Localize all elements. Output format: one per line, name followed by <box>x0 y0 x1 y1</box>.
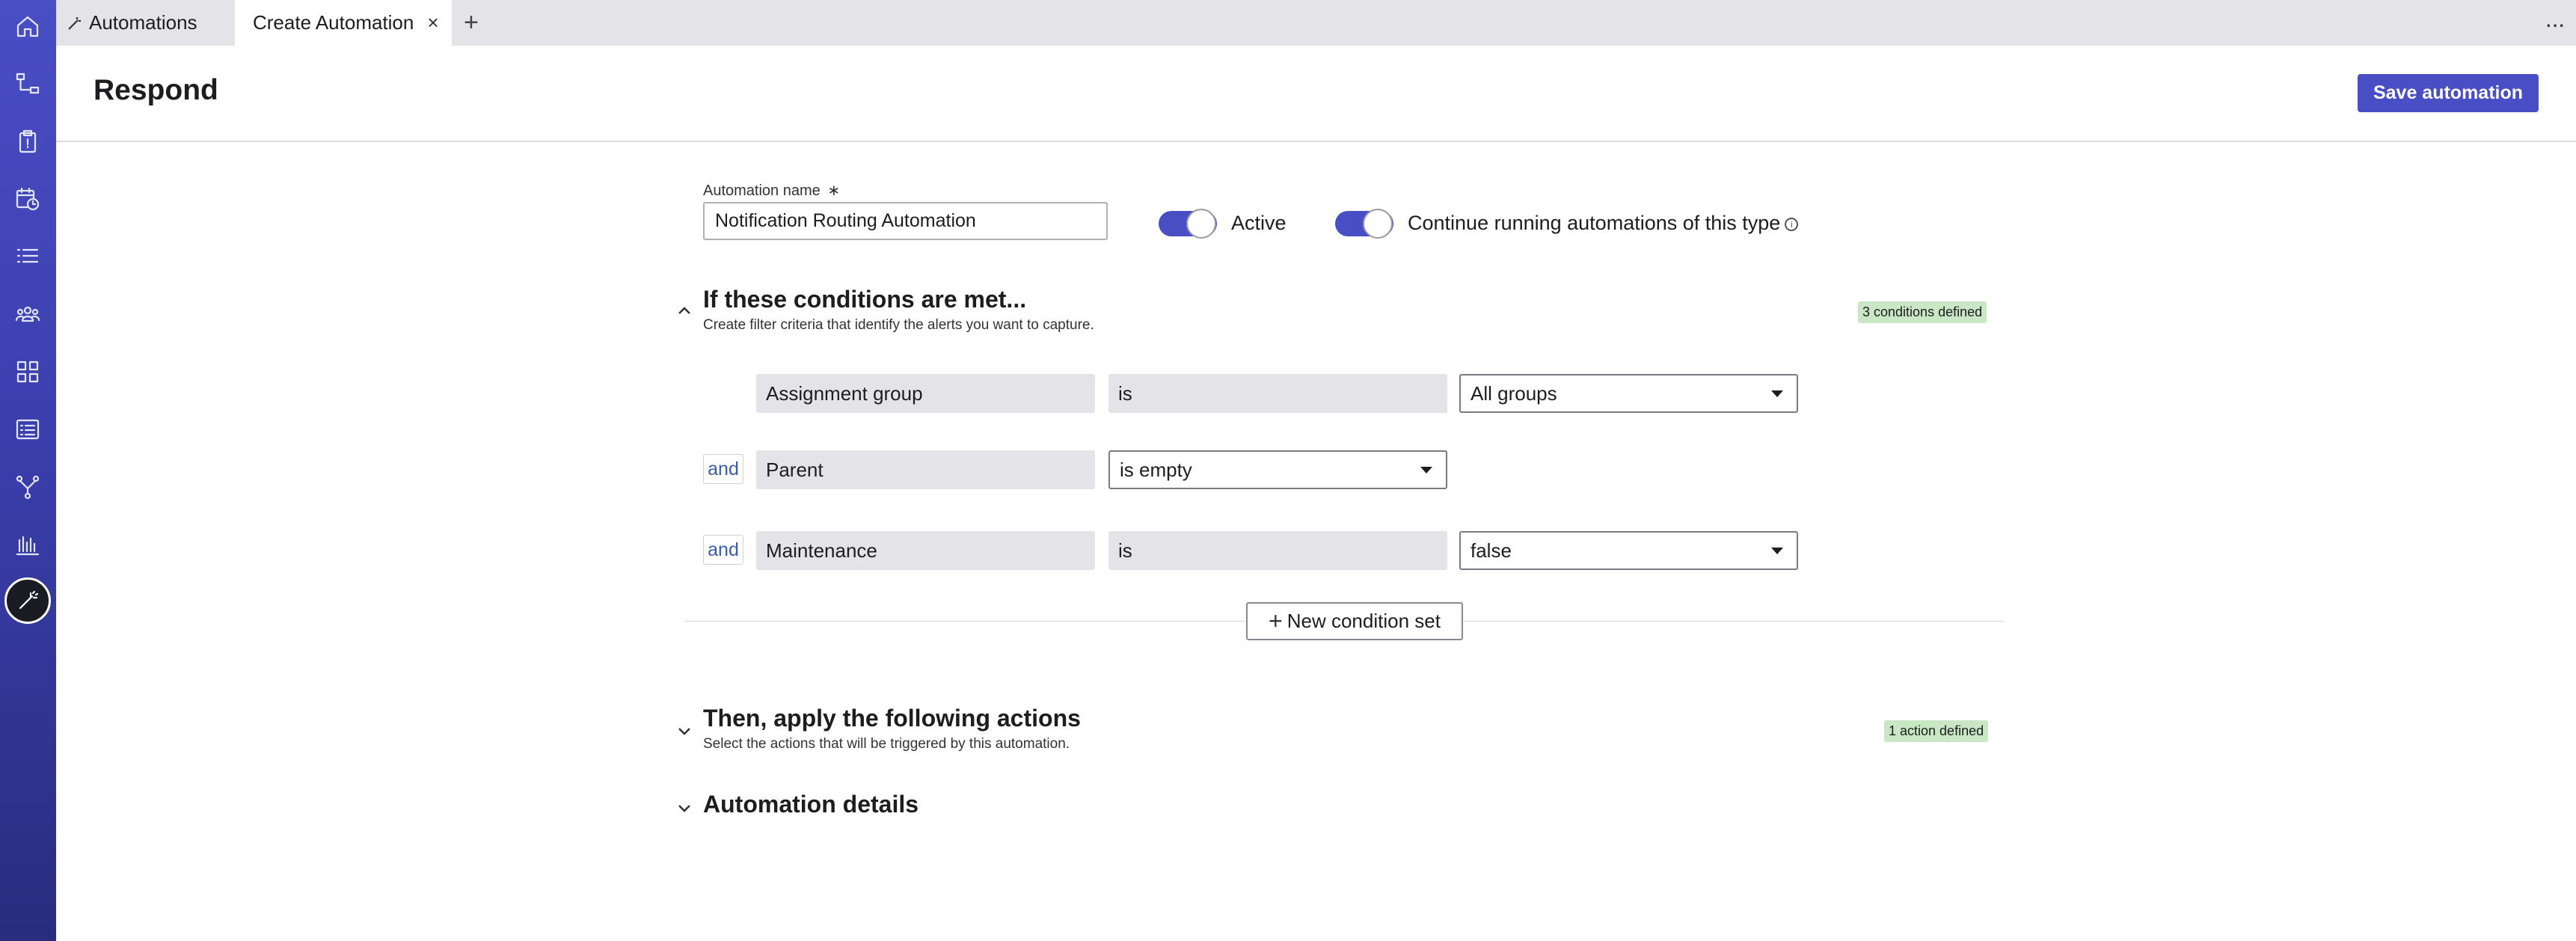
automation-name-input[interactable] <box>703 202 1108 240</box>
continue-running-toggle-knob <box>1363 209 1393 239</box>
continue-running-toggle[interactable] <box>1335 209 1393 239</box>
grid-icon[interactable] <box>7 352 48 392</box>
condition-value-select[interactable]: false <box>1459 531 1798 570</box>
conditions-section-title[interactable]: If these conditions are met... <box>703 286 1026 313</box>
and-connector[interactable]: and <box>703 535 743 565</box>
clipboard-icon[interactable] <box>7 121 48 162</box>
tab-create-automation-label: Create Automation <box>253 11 414 34</box>
condition-field-maintenance[interactable]: Maintenance <box>756 531 1095 570</box>
team-icon[interactable] <box>7 294 48 334</box>
condition-value-select[interactable]: All groups <box>1459 374 1798 413</box>
tab-create-automation[interactable]: Create Automation × <box>235 0 452 46</box>
branch-icon[interactable] <box>7 467 48 507</box>
new-condition-set-label: New condition set <box>1287 610 1441 632</box>
chevron-down-icon[interactable] <box>676 723 693 739</box>
more-options-icon[interactable]: ··· <box>2545 10 2566 38</box>
continue-running-label-text: Continue running automations of this typ… <box>1408 212 1781 234</box>
condition-operator-text: is empty <box>1120 458 1192 481</box>
automation-name-label-text: Automation name <box>703 183 821 199</box>
chevron-down-icon[interactable] <box>676 800 693 816</box>
required-mark: ∗ <box>827 183 841 199</box>
plus-icon: + <box>1269 607 1283 634</box>
form-list-icon[interactable] <box>7 409 48 450</box>
new-condition-set-button[interactable]: + New condition set <box>1246 602 1463 640</box>
automation-name-label: Automation name ∗ <box>703 181 840 200</box>
tab-automations[interactable]: Automations <box>67 0 197 46</box>
condition-field-assignment-group[interactable]: Assignment group <box>756 374 1095 413</box>
close-tab-icon[interactable]: × <box>427 11 438 34</box>
details-section-title[interactable]: Automation details <box>703 791 919 818</box>
bar-chart-icon[interactable] <box>7 524 48 565</box>
add-tab-icon[interactable]: + <box>464 0 479 46</box>
magic-wand-small-icon <box>68 16 81 30</box>
condition-field-parent[interactable]: Parent <box>756 450 1095 489</box>
page-header: Respond Save automation <box>56 46 2576 142</box>
app-window: Automations Create Automation × + ··· Re… <box>0 0 2576 941</box>
active-toggle-knob <box>1186 209 1216 239</box>
workflow-icon[interactable] <box>7 64 48 104</box>
info-icon[interactable]: i <box>1785 217 1799 231</box>
tab-automations-label: Automations <box>89 11 197 34</box>
and-connector[interactable]: and <box>703 454 743 484</box>
conditions-count-badge: 3 conditions defined <box>1858 301 1987 323</box>
actions-count-badge: 1 action defined <box>1884 720 1989 742</box>
save-automation-button[interactable]: Save automation <box>2358 74 2539 112</box>
sidebar <box>0 0 56 941</box>
home-icon[interactable] <box>7 6 48 46</box>
condition-operator-is[interactable]: is <box>1108 374 1447 413</box>
actions-section-title[interactable]: Then, apply the following actions <box>703 705 1081 732</box>
magic-wand-icon[interactable] <box>4 577 51 624</box>
condition-operator-select[interactable]: is empty <box>1108 450 1447 489</box>
page-title: Respond <box>93 74 218 106</box>
conditions-section-subtitle: Create filter criteria that identify the… <box>703 317 1094 333</box>
dropdown-caret-icon <box>1771 390 1783 397</box>
dropdown-caret-icon <box>1420 467 1432 473</box>
calendar-clock-icon[interactable] <box>7 179 48 219</box>
chevron-up-icon[interactable] <box>676 302 693 319</box>
actions-section-subtitle: Select the actions that will be triggere… <box>703 736 1070 752</box>
continue-running-label: Continue running automations of this typ… <box>1408 212 1799 235</box>
active-label: Active <box>1231 212 1287 234</box>
condition-value-text: All groups <box>1471 381 1557 405</box>
active-toggle[interactable] <box>1159 209 1217 239</box>
condition-operator-is[interactable]: is <box>1108 531 1447 570</box>
tab-bar: Automations Create Automation × + ··· <box>56 0 2576 46</box>
condition-value-text: false <box>1471 539 1512 562</box>
dropdown-caret-icon <box>1771 548 1783 554</box>
list-icon[interactable] <box>7 236 48 277</box>
